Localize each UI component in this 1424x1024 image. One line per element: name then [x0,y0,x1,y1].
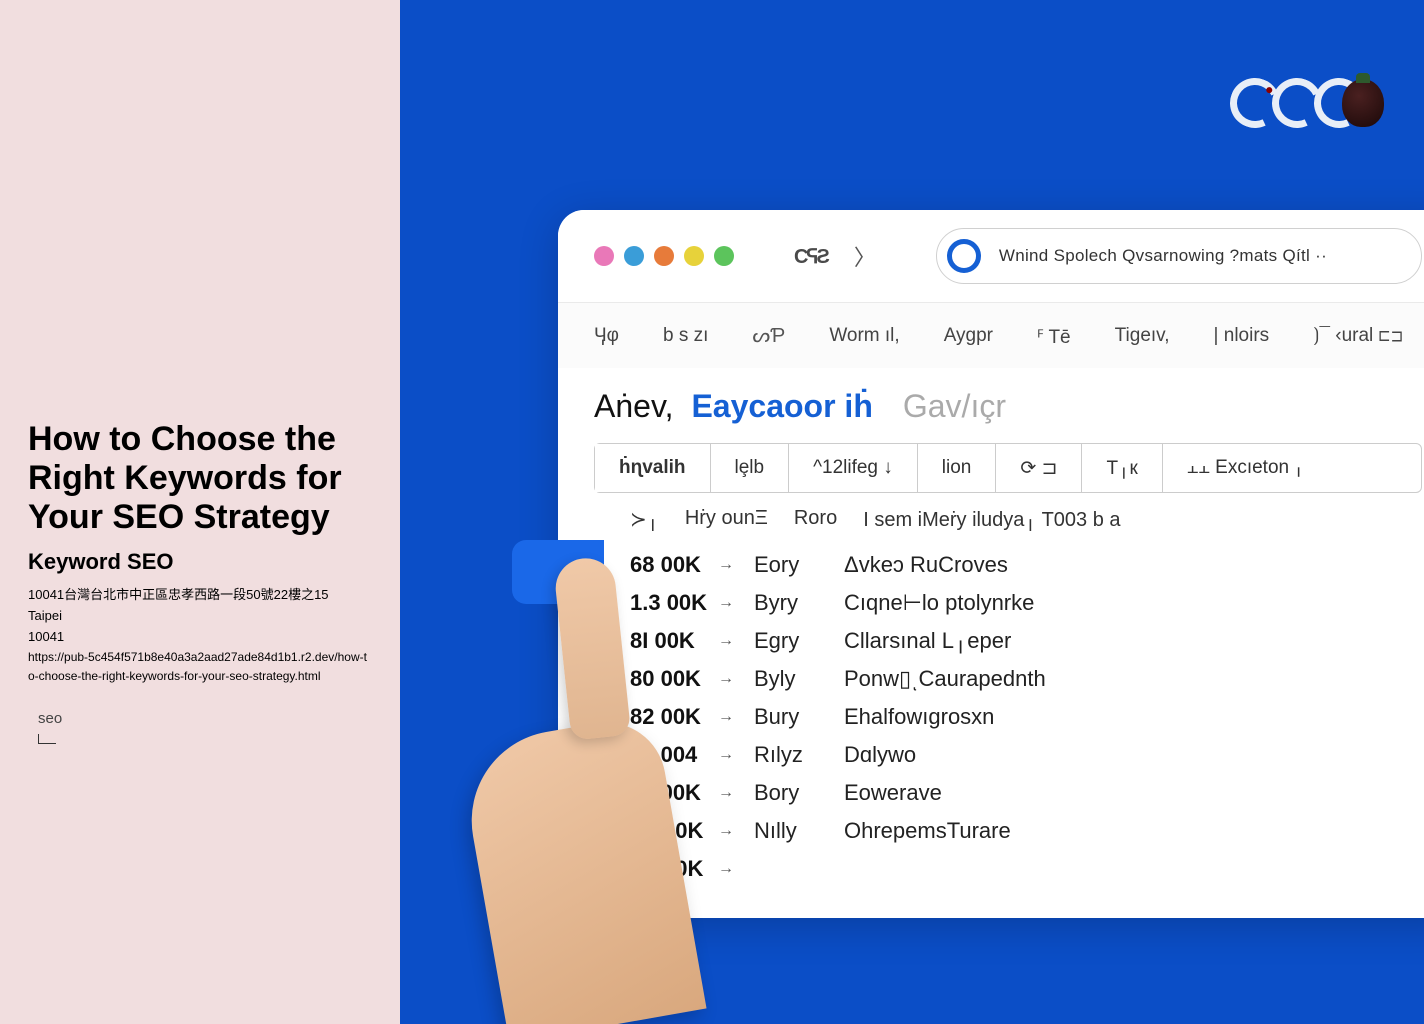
filter-tab[interactable]: ^12lifeg ↓ [789,444,918,492]
arrow-icon: → [718,822,734,840]
filter-tab[interactable]: ⟳ ⊐ [996,444,1082,492]
row-term: OhrepemsTurare [844,818,1011,844]
meta-zip: 10041 [28,627,372,648]
browser-window: CᕋƧ 〉 Wnind Spolech Qvsarnowing ?mats Qí… [558,210,1424,918]
seo-badge: seo [38,710,62,727]
toolbar-item[interactable]: Ӌφ [594,325,619,347]
meta-url[interactable]: https://pub-5c454f571b8e40a3a2aad27ade84… [28,648,372,686]
row-volume: 82 00K [630,704,710,730]
address-bar[interactable]: Wnind Spolech Qvsarnowing ?mats Qítl ·· [936,228,1422,284]
filter-tab[interactable]: T╷к [1082,444,1162,492]
toolbar: Ӌφ b s zı ᔕƤ Worm ıl, Aygpr ꟳ Tē Tigeıv,… [558,302,1424,368]
arrow-icon: → [718,746,734,764]
keyword-row[interactable]: 32 00K → Bory Eowerave [630,774,1422,812]
logo-berry-icon [1342,79,1384,127]
keyword-row[interactable]: 80 00K → Byly Ponw▯ͺCaurapednth [630,660,1422,698]
page-title: How to Choose the Right Keywords for You… [28,420,372,537]
row-term: Ponw▯ͺCaurapednth [844,666,1046,692]
headline-prefix: Aṅev, [594,388,673,425]
sub-header-row: ≻╷ Hṙy ounΞ Roro I sem iMeṙy iludya╷ T00… [558,493,1424,542]
arrow-icon: → [718,784,734,802]
sub-item: Hṙy ounΞ [685,507,768,532]
row-volume: 68 00K [630,552,710,578]
traffic-light-icon[interactable] [684,246,704,266]
page-subtitle: Keyword SEO [28,549,372,575]
arrow-icon: → [718,860,734,878]
left-panel: How to Choose the Right Keywords for You… [0,0,400,1024]
meta-address: 10041台灣台北市中正區忠孝西路一段50號22樓之15 [28,585,372,606]
badge-underline-icon [38,734,56,744]
traffic-light-icon[interactable] [594,246,614,266]
row-term: Ehalfowıgrosxn [844,704,994,730]
headline-keyword: Eaycaoor iḣ [691,388,872,425]
keyword-row[interactable]: S0 00K → Nılly OhrepemsTurare [630,812,1422,850]
filter-tab[interactable]: lȩlb [711,444,790,492]
keyword-row[interactable]: 8I 00K → Egry Cllarsınal L╷eper [630,622,1422,660]
window-chrome: CᕋƧ 〉 Wnind Spolech Qvsarnowing ?mats Qí… [558,210,1424,302]
arrow-icon: → [718,594,734,612]
traffic-lights [594,246,734,266]
row-volume: 1.3 00K [630,590,710,616]
logo-group [1230,78,1384,128]
row-term: Eowerave [844,780,942,806]
toolbar-item[interactable]: Aygpr [944,325,993,347]
sub-item: I sem iMeṙy iludya╷ T003 b a [863,507,1120,532]
keyword-row[interactable]: 1.3 00K → Byry Cıqne⊢lo ptolynrke [630,584,1422,622]
keyword-row[interactable]: 8E 00K → [630,850,1422,888]
traffic-light-icon[interactable] [654,246,674,266]
row-term: Dɑlywo [844,742,916,768]
row-term: Cllarsınal L╷eper [844,628,1011,654]
address-text: Wnind Spolech Qvsarnowing ?mats Qítl ·· [999,246,1327,266]
blue-accent [512,540,604,604]
sub-item: Roro [794,507,837,532]
row-tag: Eory [754,552,814,578]
arrow-icon: → [718,670,734,688]
keyword-row[interactable]: 68 00K → Eory Δvkeɔ RuCroves [630,546,1422,584]
keyword-row[interactable]: 82 00K → Bury Ehalfowıgrosxn [630,698,1422,736]
row-tag: Bory [754,780,814,806]
row-tag: Byry [754,590,814,616]
row-term: Cıqne⊢lo ptolynrke [844,590,1034,616]
filter-tab[interactable]: ḣɳvalih [595,444,711,492]
toolbar-item[interactable]: | nloirs [1214,325,1270,347]
toolbar-item[interactable]: ⟯¯ ‹ural ⊏⊐ [1313,325,1403,347]
row-tag: Bury [754,704,814,730]
refresh-icon[interactable]: CᕋƧ [794,244,828,269]
meta-city: Taipei [28,606,372,627]
row-tag: Egry [754,628,814,654]
right-illustration-panel: CᕋƧ 〉 Wnind Spolech Qvsarnowing ?mats Qí… [400,0,1424,1024]
headline-suffix: Gav/ıçr [903,388,1006,425]
row-tag: Nılly [754,818,814,844]
row-tag: Byly [754,666,814,692]
row-volume: 8E 00K [630,856,710,882]
data-rows: 68 00K → Eory Δvkeɔ RuCroves 1.3 00K → Byry Cıq… [558,542,1424,918]
row-term: Δvkeɔ RuCroves [844,552,1008,578]
row-tag: Rılyz [754,742,814,768]
arrow-icon: → [718,632,734,650]
filter-tab[interactable]: ⫠⫠ Excıeton╷ [1163,444,1332,492]
row-volume: 32 00K [630,780,710,806]
filter-tab[interactable]: lion [918,444,997,492]
filter-bar: ḣɳvalih lȩlb ^12lifeg ↓ lion ⟳ ⊐ T╷к ⫠⫠ … [594,443,1422,493]
loading-circle-icon [947,239,981,273]
row-volume: 8I 00K [630,628,710,654]
traffic-light-icon[interactable] [714,246,734,266]
arrow-icon: → [718,708,734,726]
toolbar-item[interactable]: Tigeıv, [1115,325,1170,347]
toolbar-icon[interactable]: ᔕƤ [752,323,785,348]
toolbar-item[interactable]: b s zı [663,325,708,347]
toolbar-item[interactable]: Worm ıl, [829,325,899,347]
row-volume: 17 004 [630,742,710,768]
chevron-right-icon[interactable]: 〉 [854,240,876,272]
traffic-light-icon[interactable] [624,246,644,266]
toolbar-item[interactable]: ꟳ Tē [1037,323,1071,349]
arrow-icon: → [718,556,734,574]
keyword-row[interactable]: 17 004 → Rılyz Dɑlywo [630,736,1422,774]
row-volume: 80 00K [630,666,710,692]
headline-row: Aṅev, Eaycaoor iḣ Gav/ıçr [558,368,1424,431]
row-volume: S0 00K [630,818,710,844]
sub-item: ≻╷ [630,507,659,532]
